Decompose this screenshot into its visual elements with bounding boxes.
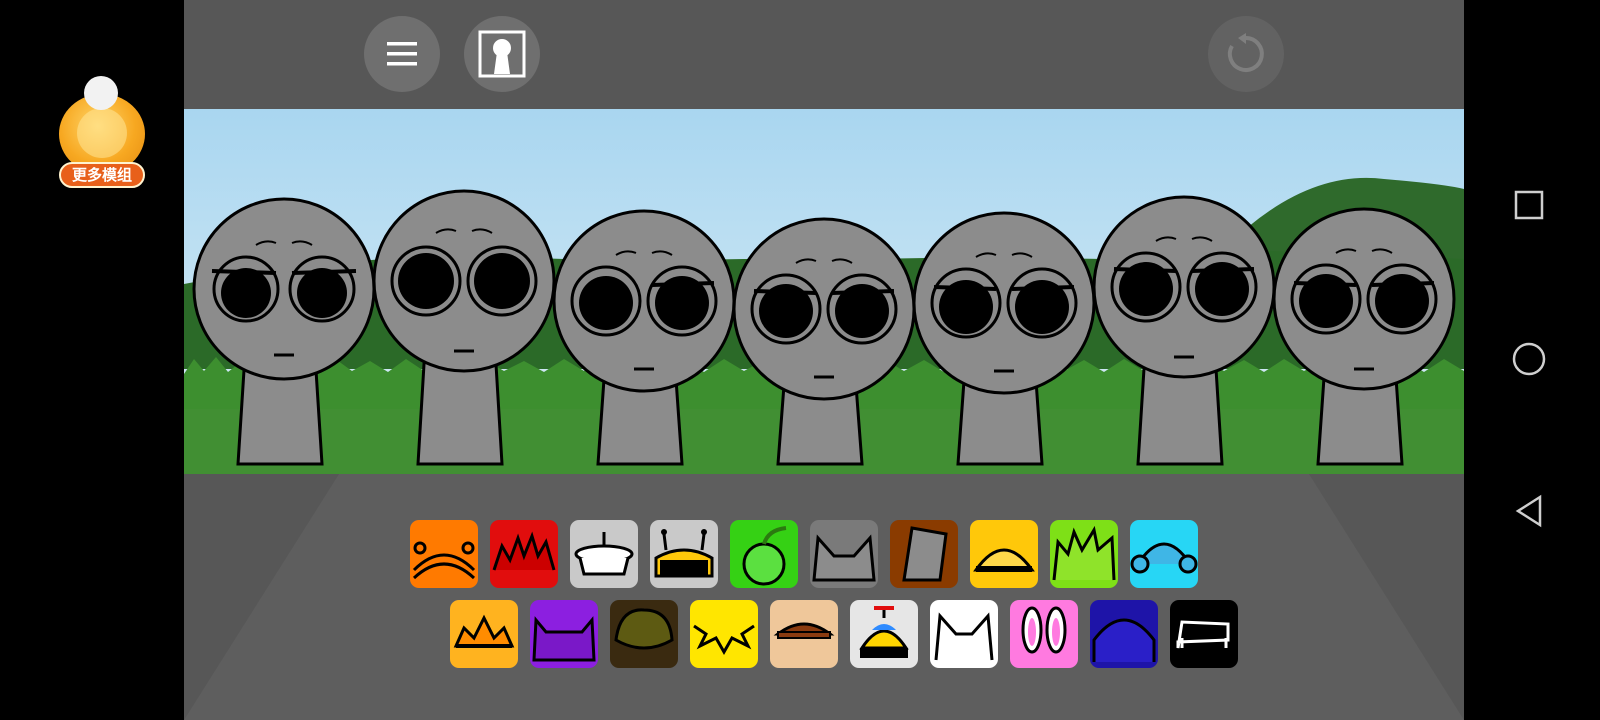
sound-purple-horns[interactable] <box>530 600 598 668</box>
character-7[interactable] <box>1272 207 1456 466</box>
triangle-back-icon <box>1515 494 1542 528</box>
circle-home-icon <box>1512 342 1546 376</box>
sound-lime-spikes[interactable] <box>1050 520 1118 588</box>
sound-white-cat-ears[interactable] <box>930 600 998 668</box>
sound-orange-antenna[interactable] <box>410 520 478 588</box>
square-recents-icon <box>1514 190 1544 220</box>
character-4[interactable] <box>732 217 916 466</box>
sound-yellow-lightning[interactable] <box>690 600 758 668</box>
character-1[interactable] <box>192 197 376 466</box>
more-mods-label: 更多模组 <box>59 162 145 188</box>
sound-orange-crown[interactable] <box>450 600 518 668</box>
sound-gray-cat-ears[interactable] <box>810 520 878 588</box>
left-edge-bar: 更多模组 <box>0 0 184 720</box>
android-nav-bar <box>1464 0 1600 720</box>
sound-propeller-hat[interactable] <box>850 600 918 668</box>
sound-picker <box>184 518 1464 678</box>
sound-black-box[interactable] <box>1170 600 1238 668</box>
sound-olive-hair[interactable] <box>610 600 678 668</box>
sound-red-spikes[interactable] <box>490 520 558 588</box>
sound-black-antenna-box[interactable] <box>650 520 718 588</box>
hamburger-menu-icon <box>387 42 417 66</box>
menu-button[interactable] <box>364 16 440 92</box>
home-button[interactable] <box>1504 334 1554 384</box>
recents-button[interactable] <box>1504 180 1554 230</box>
game-area <box>184 0 1464 720</box>
keyhole-icon <box>478 30 526 78</box>
sound-white-pot[interactable] <box>570 520 638 588</box>
character-2[interactable] <box>372 189 556 466</box>
sound-green-melon[interactable] <box>730 520 798 588</box>
top-toolbar <box>184 0 1464 109</box>
sound-yellow-helmet[interactable] <box>970 520 1038 588</box>
sound-blue-hood[interactable] <box>1090 600 1158 668</box>
sound-pink-bunny-ears[interactable] <box>1010 600 1078 668</box>
stage-scene <box>184 109 1464 474</box>
more-mods-badge[interactable]: 更多模组 <box>59 76 145 192</box>
reset-icon <box>1227 33 1264 72</box>
sound-cyan-headphones[interactable] <box>1130 520 1198 588</box>
character-6[interactable] <box>1092 195 1276 466</box>
characters-layer <box>192 189 1456 466</box>
back-button[interactable] <box>1504 486 1554 536</box>
keyhole-button[interactable] <box>464 16 540 92</box>
floating-dot[interactable] <box>84 76 118 110</box>
sound-brown-cap[interactable] <box>770 600 838 668</box>
sound-brown-bucket[interactable] <box>890 520 958 588</box>
character-3[interactable] <box>552 209 736 466</box>
reset-button[interactable] <box>1208 16 1284 92</box>
character-5[interactable] <box>912 211 1096 466</box>
